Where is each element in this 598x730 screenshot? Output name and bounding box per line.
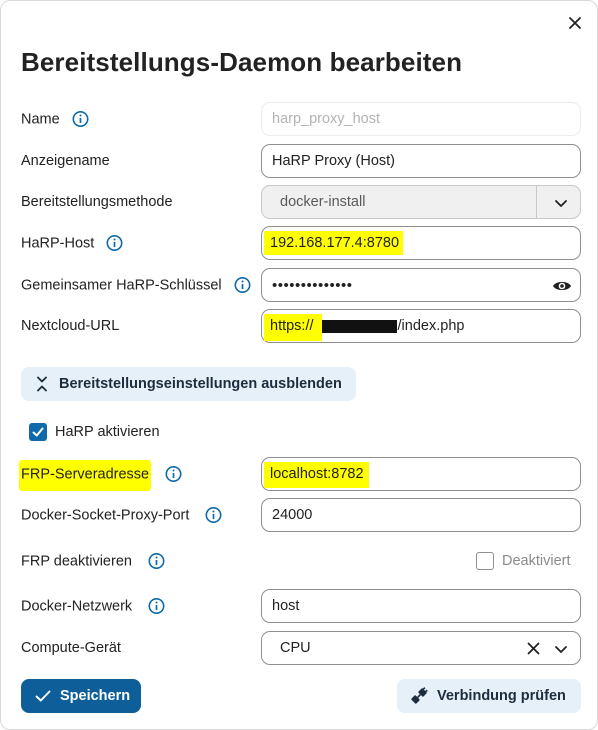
- save-button[interactable]: Speichern: [21, 679, 141, 713]
- display-name-label: Anzeigename: [21, 153, 110, 169]
- info-icon[interactable]: [106, 235, 123, 252]
- nextcloud-url-label: Nextcloud-URL: [21, 318, 120, 334]
- nextcloud-url-row: Nextcloud-URL https:// /index.php: [21, 309, 581, 343]
- info-icon[interactable]: [148, 598, 165, 615]
- deploy-method-value: docker-install: [280, 194, 366, 210]
- compute-label: Compute-Gerät: [21, 640, 121, 656]
- frp-disable-checkbox[interactable]: [476, 552, 494, 570]
- harp-key-label: Gemeinsamer HaRP-Schlüssel: [21, 277, 222, 293]
- collapse-icon: [37, 376, 47, 392]
- socket-port-row: Docker-Socket-Proxy-Port 24000: [21, 498, 581, 532]
- compute-row: Compute-Gerät CPU: [21, 631, 581, 665]
- harp-enable-checkbox[interactable]: [29, 423, 47, 441]
- harp-enable-label: HaRP aktivieren: [55, 424, 160, 440]
- harp-key-input[interactable]: ••••••••••••••: [261, 268, 581, 302]
- redaction-bar: [314, 319, 397, 333]
- harp-enable-row: HaRP aktivieren: [21, 415, 581, 449]
- frp-address-input[interactable]: localhost:8782: [261, 457, 581, 491]
- frp-address-label: FRP-Serveradresse: [21, 466, 150, 482]
- harp-key-row: Gemeinsamer HaRP-Schlüssel •••••••••••••…: [21, 268, 581, 302]
- frp-address-row: FRP-Serveradresse localhost:8782: [21, 457, 581, 491]
- frp-disable-label: FRP deaktivieren: [21, 553, 132, 569]
- deploy-method-row: Bereitstellungsmethode docker-install: [21, 185, 581, 219]
- socket-port-input[interactable]: 24000: [261, 498, 581, 532]
- nextcloud-url-prefix: https://: [270, 318, 314, 334]
- deploy-method-label: Bereitstellungsmethode: [21, 194, 173, 210]
- plug-icon: [411, 687, 428, 704]
- harp-key-value: ••••••••••••••: [272, 276, 353, 294]
- harp-host-row: HaRP-Host 192.168.177.4:8780: [21, 226, 581, 260]
- nextcloud-url-suffix: /index.php: [397, 318, 465, 334]
- compute-value: CPU: [280, 640, 311, 656]
- toggle-deploy-settings-button[interactable]: Bereitstellungseinstellungen ausblenden: [21, 367, 356, 401]
- info-icon[interactable]: [148, 553, 165, 570]
- frp-address-value: localhost:8782: [270, 466, 364, 482]
- toggle-deploy-settings-label: Bereitstellungseinstellungen ausblenden: [59, 376, 342, 392]
- edit-daemon-dialog: Bereitstellungs-Daemon bearbeiten Name h…: [0, 0, 598, 730]
- display-name-row: Anzeigename HaRP Proxy (Host): [21, 144, 581, 178]
- close-icon[interactable]: [563, 11, 587, 35]
- network-row: Docker-Netzwerk host: [21, 589, 581, 623]
- save-button-label: Speichern: [60, 688, 131, 704]
- deploy-method-select[interactable]: docker-install: [261, 185, 581, 219]
- network-label: Docker-Netzwerk: [21, 598, 133, 614]
- harp-host-value: 192.168.177.4:8780: [270, 235, 400, 251]
- info-icon[interactable]: [165, 466, 182, 483]
- test-connection-label: Verbindung prüfen: [437, 688, 566, 704]
- harp-host-label: HaRP-Host: [21, 235, 95, 251]
- info-icon[interactable]: [205, 507, 222, 524]
- frp-disable-toggle[interactable]: Deaktiviert: [476, 552, 571, 570]
- name-row: Name harp_proxy_host: [21, 102, 581, 136]
- frp-disable-checkbox-label: Deaktiviert: [502, 553, 571, 569]
- harp-host-input[interactable]: 192.168.177.4:8780: [261, 226, 581, 260]
- socket-port-label: Docker-Socket-Proxy-Port: [21, 507, 190, 523]
- chevron-down-icon: [555, 200, 567, 207]
- test-connection-button[interactable]: Verbindung prüfen: [397, 679, 581, 713]
- dialog-title: Bereitstellungs-Daemon bearbeiten: [21, 47, 463, 77]
- network-input[interactable]: host: [261, 589, 581, 623]
- info-icon[interactable]: [72, 111, 89, 128]
- clear-icon[interactable]: [527, 642, 540, 655]
- name-label: Name: [21, 111, 60, 127]
- nextcloud-url-input[interactable]: https:// /index.php: [261, 309, 581, 343]
- frp-disable-row: FRP deaktivieren Deaktiviert: [21, 544, 581, 578]
- display-name-input[interactable]: HaRP Proxy (Host): [261, 144, 581, 178]
- eye-icon[interactable]: [552, 277, 572, 295]
- check-icon: [35, 690, 51, 702]
- info-icon[interactable]: [234, 277, 251, 294]
- compute-select[interactable]: CPU: [261, 631, 581, 665]
- name-input[interactable]: harp_proxy_host: [261, 102, 581, 136]
- chevron-down-icon[interactable]: [552, 640, 570, 658]
